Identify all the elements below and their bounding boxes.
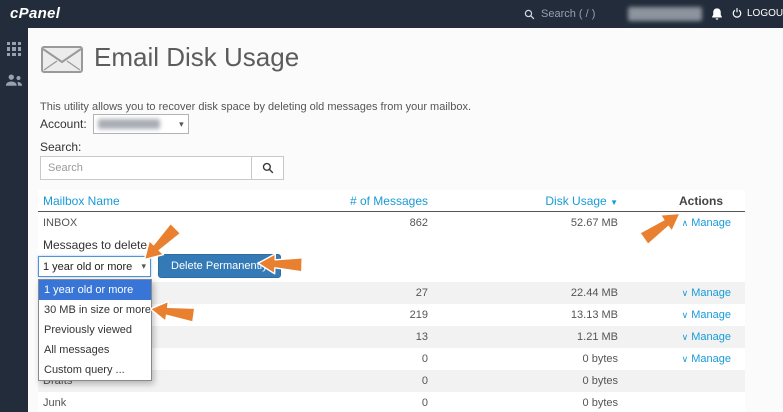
users-icon[interactable] [5,74,23,87]
manage-link-inbox[interactable]: ∧ Manage [682,217,731,229]
search-input[interactable] [40,156,252,180]
chevron-down-icon: ▾ [179,119,184,130]
search-label: Search: [40,140,81,154]
cpanel-app: cPanel Search ( / ) LOGOUT Email Disk Us… [0,0,783,412]
search-icon [262,162,274,174]
disk-usage: 0 bytes [428,375,618,387]
table-header-row: Mailbox Name # of Messages Disk Usage ▼ … [38,190,745,212]
page-title: Email Disk Usage [94,42,299,73]
select-value: 1 year old or more [43,261,132,273]
dropdown-option[interactable]: 30 MB in size or more [39,300,151,320]
dropdown-option[interactable]: Previously viewed [39,320,151,340]
column-header-actions: Actions [618,194,745,208]
manage-link[interactable]: ∨ Manage [682,309,731,321]
account-label: Account: [40,117,87,131]
cpanel-logo: cPanel [10,5,60,22]
search-button[interactable] [252,156,284,180]
messages-to-delete-dropdown-list: 1 year old or more 30 MB in size or more… [38,279,152,381]
logout-button[interactable]: LOGOUT [731,7,783,19]
logout-label: LOGOUT [747,8,783,19]
delete-panel: Messages to delete: 1 year old or more ▾… [38,234,745,282]
top-navigation-bar: cPanel Search ( / ) LOGOUT [0,0,783,28]
message-count: 13 [288,331,428,343]
page-header: Email Disk Usage [40,40,299,74]
global-search[interactable]: Search ( / ) [524,0,595,28]
message-count: 0 [288,375,428,387]
chevron-down-icon: ▾ [141,261,146,272]
message-count: 0 [288,397,428,409]
disk-usage: 0 bytes [428,353,618,365]
chevron-down-icon: ∨ [682,332,689,342]
manage-link[interactable]: ∨ Manage [682,353,731,365]
disk-usage: 1.21 MB [428,331,618,343]
messages-to-delete-select[interactable]: 1 year old or more ▾ [38,256,151,277]
column-header-messages[interactable]: # of Messages [288,194,428,208]
email-envelope-icon [40,40,84,74]
disk-usage: 22.44 MB [428,287,618,299]
message-count: 219 [288,309,428,321]
main-content: Email Disk Usage This utility allows you… [28,28,783,412]
chevron-down-icon: ∨ [682,354,689,364]
message-count: 27 [288,287,428,299]
mailbox-name: INBOX [38,217,288,229]
table-row: Junk 0 0 bytes [38,392,745,412]
dropdown-option[interactable]: Custom query ... [39,360,151,380]
chevron-up-icon: ∧ [682,218,689,228]
message-count: 0 [288,353,428,365]
manage-link[interactable]: ∨ Manage [682,331,731,343]
mailbox-name: Junk [38,397,288,409]
table-row: INBOX 862 52.67 MB ∧ Manage [38,212,745,234]
disk-usage: 52.67 MB [428,217,618,229]
disk-usage: 13.13 MB [428,309,618,321]
account-name-redacted[interactable] [628,7,702,21]
search-row [40,156,284,180]
manage-link[interactable]: ∨ Manage [682,287,731,299]
notifications-bell-icon[interactable] [710,7,724,21]
apps-grid-icon[interactable] [7,42,21,56]
column-header-mailbox-name[interactable]: Mailbox Name [38,194,288,208]
dropdown-option[interactable]: 1 year old or more [39,280,151,300]
page-description: This utility allows you to recover disk … [40,101,471,113]
power-icon [731,7,743,19]
global-search-label: Search ( / ) [541,8,595,20]
account-select[interactable]: ▾ [93,114,189,134]
account-row: Account: ▾ [40,114,189,134]
sort-desc-icon: ▼ [610,198,618,207]
search-icon [524,9,535,20]
disk-usage: 0 bytes [428,397,618,409]
dropdown-option[interactable]: All messages [39,340,151,360]
message-count: 862 [288,217,428,229]
chevron-down-icon: ∨ [682,310,689,320]
account-value-redacted [98,119,160,129]
chevron-down-icon: ∨ [682,288,689,298]
left-sidebar [0,28,28,412]
delete-permanently-button[interactable]: Delete Permanently [158,254,281,278]
column-header-disk-usage[interactable]: Disk Usage ▼ [428,194,618,208]
messages-to-delete-label: Messages to delete: [43,238,150,252]
